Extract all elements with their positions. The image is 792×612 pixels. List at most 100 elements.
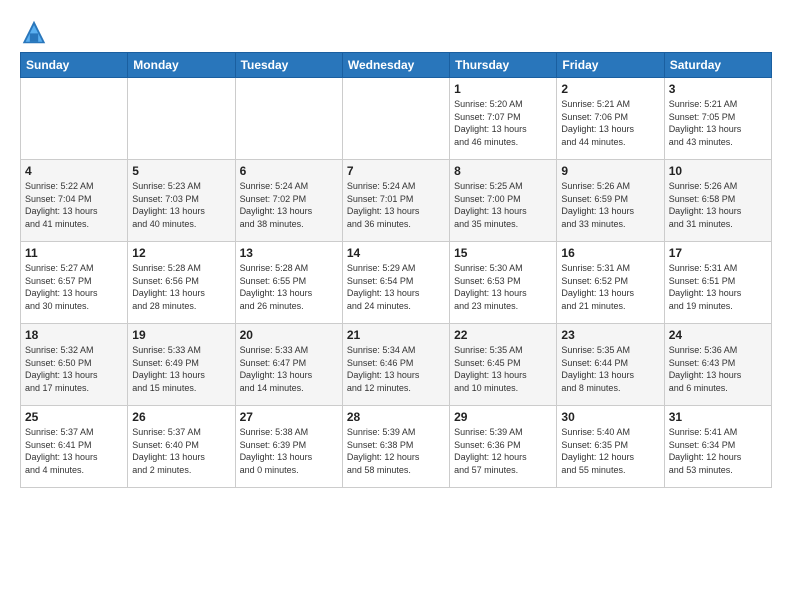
day-number: 5: [132, 164, 230, 178]
day-number: 2: [561, 82, 659, 96]
day-info: Sunrise: 5:28 AM Sunset: 6:56 PM Dayligh…: [132, 262, 230, 312]
day-number: 14: [347, 246, 445, 260]
day-info: Sunrise: 5:40 AM Sunset: 6:35 PM Dayligh…: [561, 426, 659, 476]
day-info: Sunrise: 5:26 AM Sunset: 6:58 PM Dayligh…: [669, 180, 767, 230]
day-number: 31: [669, 410, 767, 424]
day-info: Sunrise: 5:35 AM Sunset: 6:44 PM Dayligh…: [561, 344, 659, 394]
day-cell: 23 Sunrise: 5:35 AM Sunset: 6:44 PM Dayli…: [557, 324, 664, 406]
day-header-tuesday: Tuesday: [235, 53, 342, 78]
week-row-5: 25 Sunrise: 5:37 AM Sunset: 6:41 PM Dayli…: [21, 406, 772, 488]
day-number: 25: [25, 410, 123, 424]
day-info: Sunrise: 5:34 AM Sunset: 6:46 PM Dayligh…: [347, 344, 445, 394]
day-info: Sunrise: 5:37 AM Sunset: 6:41 PM Dayligh…: [25, 426, 123, 476]
day-info: Sunrise: 5:31 AM Sunset: 6:51 PM Dayligh…: [669, 262, 767, 312]
day-info: Sunrise: 5:21 AM Sunset: 7:06 PM Dayligh…: [561, 98, 659, 148]
week-row-1: 1 Sunrise: 5:20 AM Sunset: 7:07 PM Daylig…: [21, 78, 772, 160]
day-cell: 6 Sunrise: 5:24 AM Sunset: 7:02 PM Daylig…: [235, 160, 342, 242]
day-info: Sunrise: 5:27 AM Sunset: 6:57 PM Dayligh…: [25, 262, 123, 312]
day-number: 10: [669, 164, 767, 178]
day-number: 6: [240, 164, 338, 178]
day-number: 22: [454, 328, 552, 342]
day-info: Sunrise: 5:20 AM Sunset: 7:07 PM Dayligh…: [454, 98, 552, 148]
day-cell: 25 Sunrise: 5:37 AM Sunset: 6:41 PM Dayli…: [21, 406, 128, 488]
day-info: Sunrise: 5:33 AM Sunset: 6:49 PM Dayligh…: [132, 344, 230, 394]
day-info: Sunrise: 5:36 AM Sunset: 6:43 PM Dayligh…: [669, 344, 767, 394]
day-info: Sunrise: 5:29 AM Sunset: 6:54 PM Dayligh…: [347, 262, 445, 312]
day-header-friday: Friday: [557, 53, 664, 78]
day-number: 26: [132, 410, 230, 424]
day-cell: 10 Sunrise: 5:26 AM Sunset: 6:58 PM Dayli…: [664, 160, 771, 242]
day-cell: [235, 78, 342, 160]
day-info: Sunrise: 5:23 AM Sunset: 7:03 PM Dayligh…: [132, 180, 230, 230]
day-cell: 20 Sunrise: 5:33 AM Sunset: 6:47 PM Dayli…: [235, 324, 342, 406]
day-info: Sunrise: 5:25 AM Sunset: 7:00 PM Dayligh…: [454, 180, 552, 230]
day-cell: 15Sunrise: 5:30 AM Sunset: 6:53 PM Dayli…: [450, 242, 557, 324]
day-cell: 5 Sunrise: 5:23 AM Sunset: 7:03 PM Daylig…: [128, 160, 235, 242]
week-row-4: 18 Sunrise: 5:32 AM Sunset: 6:50 PM Dayli…: [21, 324, 772, 406]
day-info: Sunrise: 5:26 AM Sunset: 6:59 PM Dayligh…: [561, 180, 659, 230]
calendar-table: SundayMondayTuesdayWednesdayThursdayFrid…: [20, 52, 772, 488]
day-cell: 14 Sunrise: 5:29 AM Sunset: 6:54 PM Dayli…: [342, 242, 449, 324]
day-number: 1: [454, 82, 552, 96]
day-info: Sunrise: 5:37 AM Sunset: 6:40 PM Dayligh…: [132, 426, 230, 476]
day-info: Sunrise: 5:24 AM Sunset: 7:01 PM Dayligh…: [347, 180, 445, 230]
day-info: Sunrise: 5:33 AM Sunset: 6:47 PM Dayligh…: [240, 344, 338, 394]
day-cell: 9 Sunrise: 5:26 AM Sunset: 6:59 PM Daylig…: [557, 160, 664, 242]
day-header-saturday: Saturday: [664, 53, 771, 78]
day-number: 4: [25, 164, 123, 178]
day-cell: 2 Sunrise: 5:21 AM Sunset: 7:06 PM Daylig…: [557, 78, 664, 160]
day-header-monday: Monday: [128, 53, 235, 78]
day-cell: 11 Sunrise: 5:27 AM Sunset: 6:57 PM Dayli…: [21, 242, 128, 324]
day-cell: [128, 78, 235, 160]
day-header-thursday: Thursday: [450, 53, 557, 78]
day-header-wednesday: Wednesday: [342, 53, 449, 78]
day-cell: [342, 78, 449, 160]
day-info: Sunrise: 5:38 AM Sunset: 6:39 PM Dayligh…: [240, 426, 338, 476]
day-number: 9: [561, 164, 659, 178]
day-cell: 28 Sunrise: 5:39 AM Sunset: 6:38 PM Dayli…: [342, 406, 449, 488]
logo-icon: [20, 18, 48, 46]
page: SundayMondayTuesdayWednesdayThursdayFrid…: [0, 0, 792, 498]
day-cell: 17 Sunrise: 5:31 AM Sunset: 6:51 PM Dayli…: [664, 242, 771, 324]
day-number: 20: [240, 328, 338, 342]
day-cell: 18 Sunrise: 5:32 AM Sunset: 6:50 PM Dayli…: [21, 324, 128, 406]
day-cell: 21Sunrise: 5:34 AM Sunset: 6:46 PM Dayli…: [342, 324, 449, 406]
day-cell: 1 Sunrise: 5:20 AM Sunset: 7:07 PM Daylig…: [450, 78, 557, 160]
day-cell: 4Sunrise: 5:22 AM Sunset: 7:04 PM Daylig…: [21, 160, 128, 242]
header-row: SundayMondayTuesdayWednesdayThursdayFrid…: [21, 53, 772, 78]
day-number: 17: [669, 246, 767, 260]
day-number: 23: [561, 328, 659, 342]
day-number: 11: [25, 246, 123, 260]
day-number: 12: [132, 246, 230, 260]
day-info: Sunrise: 5:35 AM Sunset: 6:45 PM Dayligh…: [454, 344, 552, 394]
day-info: Sunrise: 5:41 AM Sunset: 6:34 PM Dayligh…: [669, 426, 767, 476]
day-cell: 26 Sunrise: 5:37 AM Sunset: 6:40 PM Dayli…: [128, 406, 235, 488]
day-cell: 22 Sunrise: 5:35 AM Sunset: 6:45 PM Dayli…: [450, 324, 557, 406]
day-number: 18: [25, 328, 123, 342]
day-number: 7: [347, 164, 445, 178]
week-row-2: 4Sunrise: 5:22 AM Sunset: 7:04 PM Daylig…: [21, 160, 772, 242]
day-info: Sunrise: 5:24 AM Sunset: 7:02 PM Dayligh…: [240, 180, 338, 230]
day-info: Sunrise: 5:39 AM Sunset: 6:38 PM Dayligh…: [347, 426, 445, 476]
day-info: Sunrise: 5:32 AM Sunset: 6:50 PM Dayligh…: [25, 344, 123, 394]
day-info: Sunrise: 5:39 AM Sunset: 6:36 PM Dayligh…: [454, 426, 552, 476]
day-cell: 8Sunrise: 5:25 AM Sunset: 7:00 PM Daylig…: [450, 160, 557, 242]
day-cell: 7 Sunrise: 5:24 AM Sunset: 7:01 PM Daylig…: [342, 160, 449, 242]
day-number: 24: [669, 328, 767, 342]
day-header-sunday: Sunday: [21, 53, 128, 78]
day-cell: 27 Sunrise: 5:38 AM Sunset: 6:39 PM Dayli…: [235, 406, 342, 488]
header: [20, 18, 772, 46]
day-cell: 31 Sunrise: 5:41 AM Sunset: 6:34 PM Dayli…: [664, 406, 771, 488]
day-number: 15: [454, 246, 552, 260]
day-number: 13: [240, 246, 338, 260]
day-info: Sunrise: 5:21 AM Sunset: 7:05 PM Dayligh…: [669, 98, 767, 148]
day-cell: [21, 78, 128, 160]
day-info: Sunrise: 5:31 AM Sunset: 6:52 PM Dayligh…: [561, 262, 659, 312]
day-cell: 13Sunrise: 5:28 AM Sunset: 6:55 PM Dayli…: [235, 242, 342, 324]
day-cell: 30Sunrise: 5:40 AM Sunset: 6:35 PM Dayli…: [557, 406, 664, 488]
day-number: 3: [669, 82, 767, 96]
week-row-3: 11 Sunrise: 5:27 AM Sunset: 6:57 PM Dayli…: [21, 242, 772, 324]
day-number: 28: [347, 410, 445, 424]
day-number: 27: [240, 410, 338, 424]
logo: [20, 18, 52, 46]
